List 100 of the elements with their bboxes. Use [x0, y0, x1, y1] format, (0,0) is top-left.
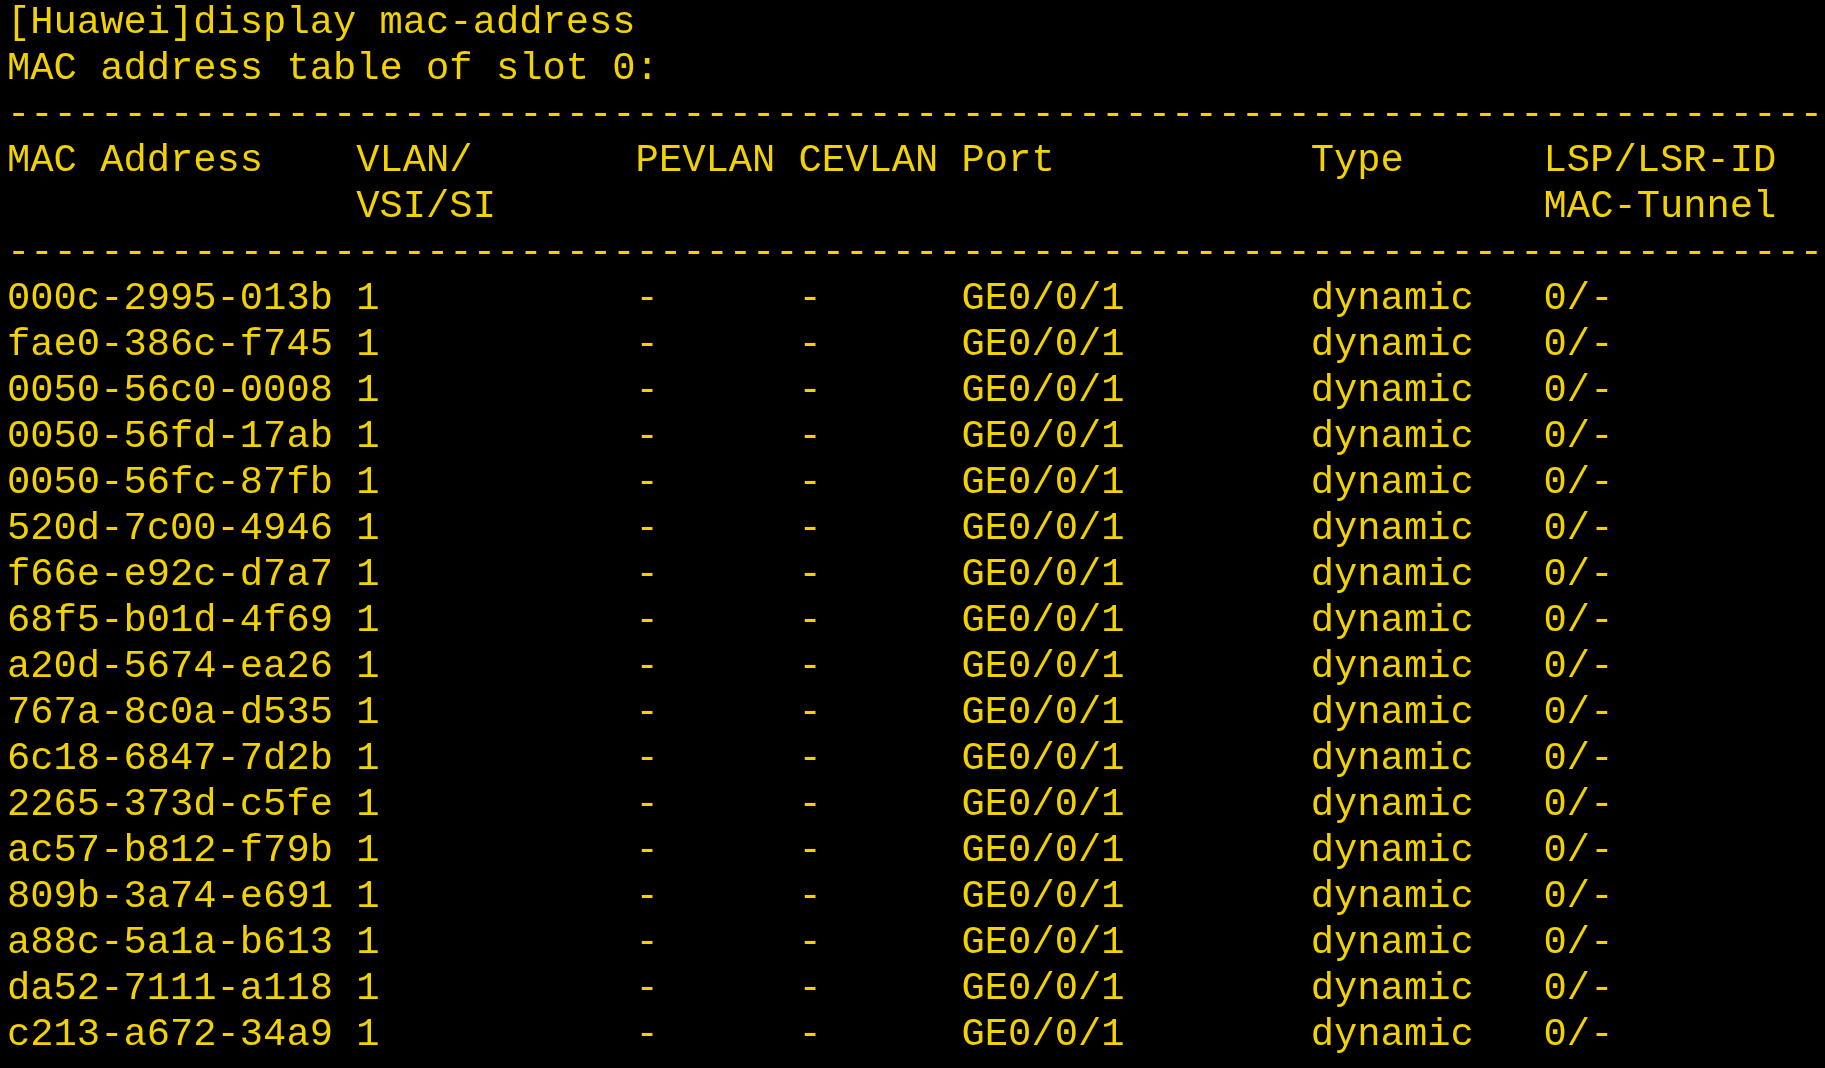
table-cell: GE0/0/1	[961, 552, 1125, 598]
table-cell: GE0/0/1	[961, 598, 1125, 644]
table-cell: 1	[356, 552, 380, 598]
table-cell: -	[798, 966, 822, 1012]
table-cell: 0/-	[1543, 460, 1614, 506]
table-cell: -	[798, 414, 822, 460]
table-cell: GE0/0/1	[961, 368, 1125, 414]
table-cell: 000c-2995-013b	[7, 276, 333, 322]
table-cell: -	[635, 874, 659, 920]
table-cell: -	[635, 920, 659, 966]
table-cell: c213-a672-34a9	[7, 1012, 333, 1058]
table-cell: -	[798, 552, 822, 598]
table-cell: GE0/0/1	[961, 322, 1125, 368]
table-cell: fae0-386c-f745	[7, 322, 333, 368]
table-cell: -	[635, 276, 659, 322]
table-cell: dynamic	[1310, 920, 1474, 966]
table-cell: GE0/0/1	[961, 920, 1125, 966]
table-cell: -	[635, 598, 659, 644]
table-cell: -	[798, 644, 822, 690]
table-cell: -	[635, 966, 659, 1012]
table-cell: -	[798, 368, 822, 414]
table-cell: dynamic	[1310, 690, 1474, 736]
table-cell: 0050-56fc-87fb	[7, 460, 333, 506]
table-cell: 1	[356, 1012, 380, 1058]
table-cell: ac57-b812-f79b	[7, 828, 333, 874]
table-cell: 2265-373d-c5fe	[7, 782, 333, 828]
table-cell: dynamic	[1310, 598, 1474, 644]
table-cell: 6c18-6847-7d2b	[7, 736, 333, 782]
table-cell: 1	[356, 598, 380, 644]
table-cell: dynamic	[1310, 276, 1474, 322]
table-cell: -	[798, 276, 822, 322]
table-cell: -	[635, 414, 659, 460]
table-cell: dynamic	[1310, 552, 1474, 598]
table-cell: -	[635, 690, 659, 736]
column-header: MAC Address	[7, 138, 264, 185]
column-header: Type	[1310, 138, 1404, 185]
table-cell: 1	[356, 782, 380, 828]
table-cell: 0/-	[1543, 598, 1614, 644]
table-cell: dynamic	[1310, 368, 1474, 414]
table-cell: 0/-	[1543, 552, 1614, 598]
table-cell: -	[798, 598, 822, 644]
table-cell: -	[798, 782, 822, 828]
table-cell: -	[635, 1012, 659, 1058]
table-cell: 0/-	[1543, 506, 1614, 552]
table-cell: GE0/0/1	[961, 874, 1125, 920]
column-header: PEVLAN	[635, 138, 776, 185]
table-cell: dynamic	[1310, 874, 1474, 920]
table-cell: 520d-7c00-4946	[7, 506, 333, 552]
table-cell: dynamic	[1310, 644, 1474, 690]
table-cell: -	[635, 322, 659, 368]
table-cell: a88c-5a1a-b613	[7, 920, 333, 966]
command-line: [Huawei]display mac-address	[7, 0, 636, 46]
table-cell: -	[798, 506, 822, 552]
table-cell: 809b-3a74-e691	[7, 874, 333, 920]
table-cell: 1	[356, 966, 380, 1012]
column-header: VLAN/ VSI/SI	[356, 138, 496, 230]
table-cell: 1	[356, 644, 380, 690]
column-header: Port	[961, 138, 1055, 185]
table-cell: -	[635, 828, 659, 874]
table-cell: 0050-56fd-17ab	[7, 414, 333, 460]
table-cell: GE0/0/1	[961, 690, 1125, 736]
table-cell: GE0/0/1	[961, 460, 1125, 506]
table-cell: a20d-5674-ea26	[7, 644, 333, 690]
table-cell: GE0/0/1	[961, 644, 1125, 690]
table-cell: dynamic	[1310, 460, 1474, 506]
table-cell: 0/-	[1543, 644, 1614, 690]
table-cell: -	[798, 828, 822, 874]
table-cell: 1	[356, 874, 380, 920]
table-cell: dynamic	[1310, 506, 1474, 552]
table-title: MAC address table of slot 0:	[7, 46, 659, 92]
table-cell: -	[635, 552, 659, 598]
table-cell: 1	[356, 276, 380, 322]
table-cell: 1	[356, 828, 380, 874]
table-cell: 1	[356, 506, 380, 552]
table-cell: 1	[356, 322, 380, 368]
table-cell: GE0/0/1	[961, 506, 1125, 552]
table-cell: 0/-	[1543, 920, 1614, 966]
table-cell: 0/-	[1543, 322, 1614, 368]
table-cell: dynamic	[1310, 736, 1474, 782]
table-cell: dynamic	[1310, 828, 1474, 874]
table-cell: da52-7111-a118	[7, 966, 333, 1012]
table-cell: -	[635, 644, 659, 690]
table-cell: 68f5-b01d-4f69	[7, 598, 333, 644]
table-cell: GE0/0/1	[961, 1012, 1125, 1058]
table-cell: -	[635, 460, 659, 506]
table-cell: GE0/0/1	[961, 736, 1125, 782]
table-cell: 0/-	[1543, 782, 1614, 828]
table-cell: 767a-8c0a-d535	[7, 690, 333, 736]
table-cell: 0050-56c0-0008	[7, 368, 333, 414]
table-cell: 1	[356, 368, 380, 414]
table-cell: 1	[356, 690, 380, 736]
table-cell: dynamic	[1310, 414, 1474, 460]
table-cell: -	[798, 1012, 822, 1058]
table-cell: GE0/0/1	[961, 828, 1125, 874]
table-cell: 0/-	[1543, 1012, 1614, 1058]
table-cell: 0/-	[1543, 276, 1614, 322]
table-cell: -	[635, 736, 659, 782]
table-cell: -	[798, 322, 822, 368]
separator-line: ------------------------------------------------------------------------------	[7, 230, 1823, 276]
table-cell: dynamic	[1310, 1012, 1474, 1058]
